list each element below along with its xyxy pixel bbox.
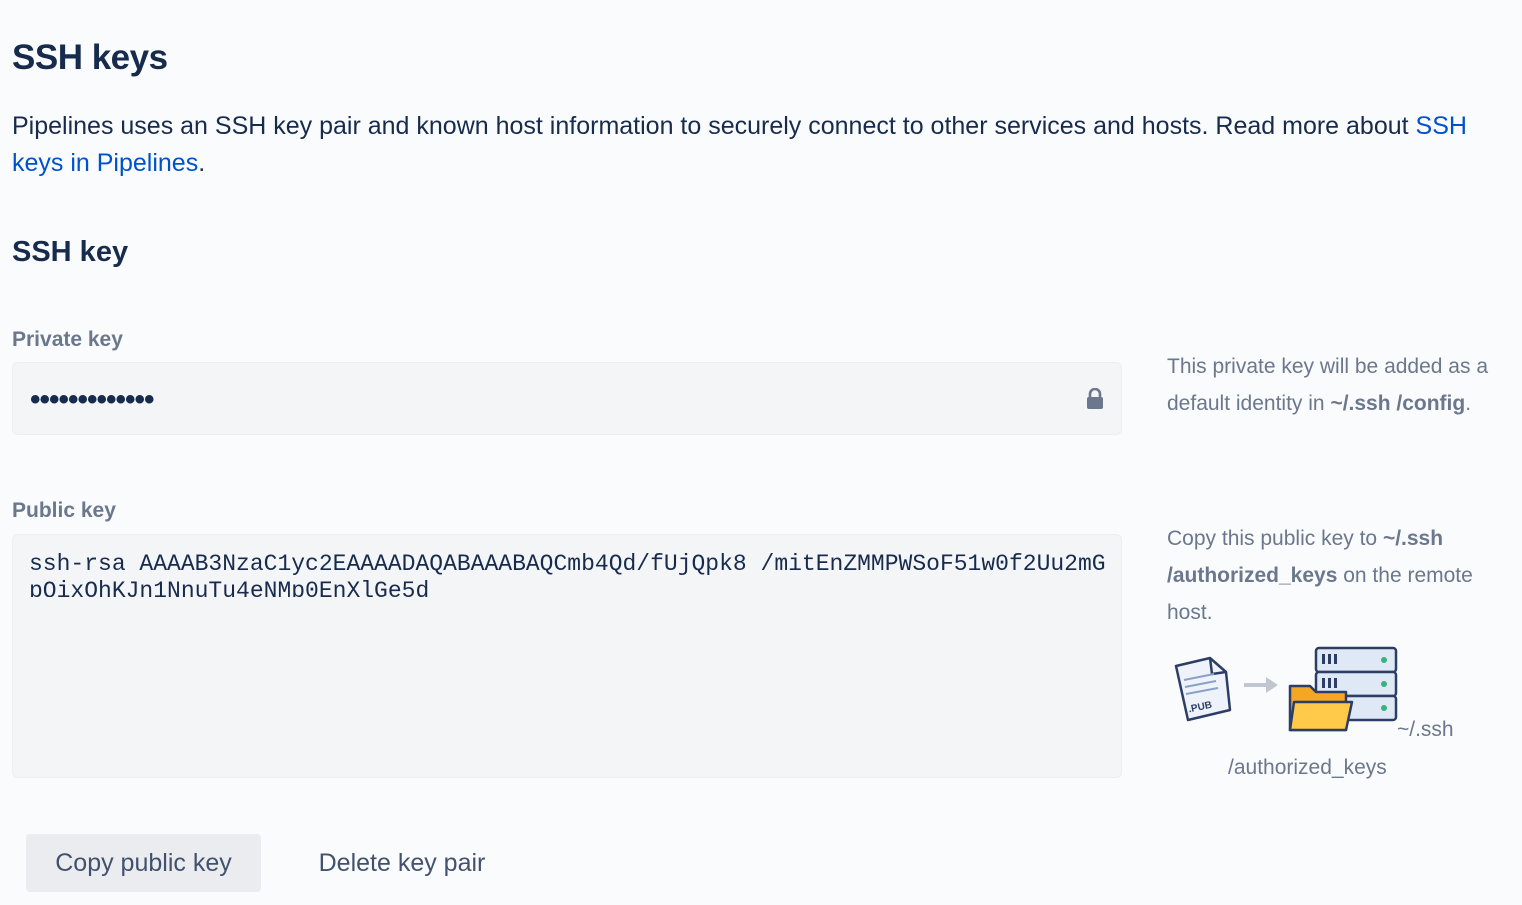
folder-icon — [1288, 684, 1354, 732]
private-key-value: ••••••••••••• — [30, 383, 155, 416]
section-title: SSH key — [12, 236, 129, 268]
private-key-help-end: . — [1465, 392, 1472, 415]
public-key-help: Copy this public key to ~/.ssh /authoriz… — [1167, 520, 1497, 631]
arrow-right-icon — [1244, 677, 1278, 693]
private-key-help: This private key will be added as a defa… — [1167, 348, 1497, 422]
diagram-caption-path: ~/.ssh — [1397, 718, 1454, 741]
copy-public-key-button[interactable]: Copy public key — [26, 834, 261, 892]
diagram-caption-file: /authorized_keys — [1228, 756, 1387, 779]
public-key-value: ssh-rsa AAAAB3NzaC1yc2EAAAADAQABAAABAQCm… — [29, 551, 1106, 597]
public-key-help-text: Copy this public key to — [1167, 527, 1383, 550]
public-key-field[interactable]: ssh-rsa AAAAB3NzaC1yc2EAAAADAQABAAABAQCm… — [12, 534, 1122, 778]
private-key-field[interactable]: ••••••••••••• — [12, 362, 1122, 435]
pub-file-icon: .PUB — [1174, 656, 1232, 722]
intro-end: . — [198, 149, 206, 177]
private-key-label: Private key — [12, 328, 123, 351]
ssh-keys-page: SSH keys Pipelines uses an SSH key pair … — [0, 0, 1522, 905]
public-key-label: Public key — [12, 499, 116, 522]
intro-text: Pipelines uses an SSH key pair and known… — [12, 108, 1472, 182]
lock-icon — [1087, 388, 1103, 409]
page-title: SSH keys — [12, 38, 168, 77]
private-key-help-path: ~/.ssh /config — [1330, 392, 1466, 415]
intro-body: Pipelines uses an SSH key pair and known… — [12, 112, 1416, 140]
delete-key-pair-button[interactable]: Delete key pair — [296, 834, 508, 892]
